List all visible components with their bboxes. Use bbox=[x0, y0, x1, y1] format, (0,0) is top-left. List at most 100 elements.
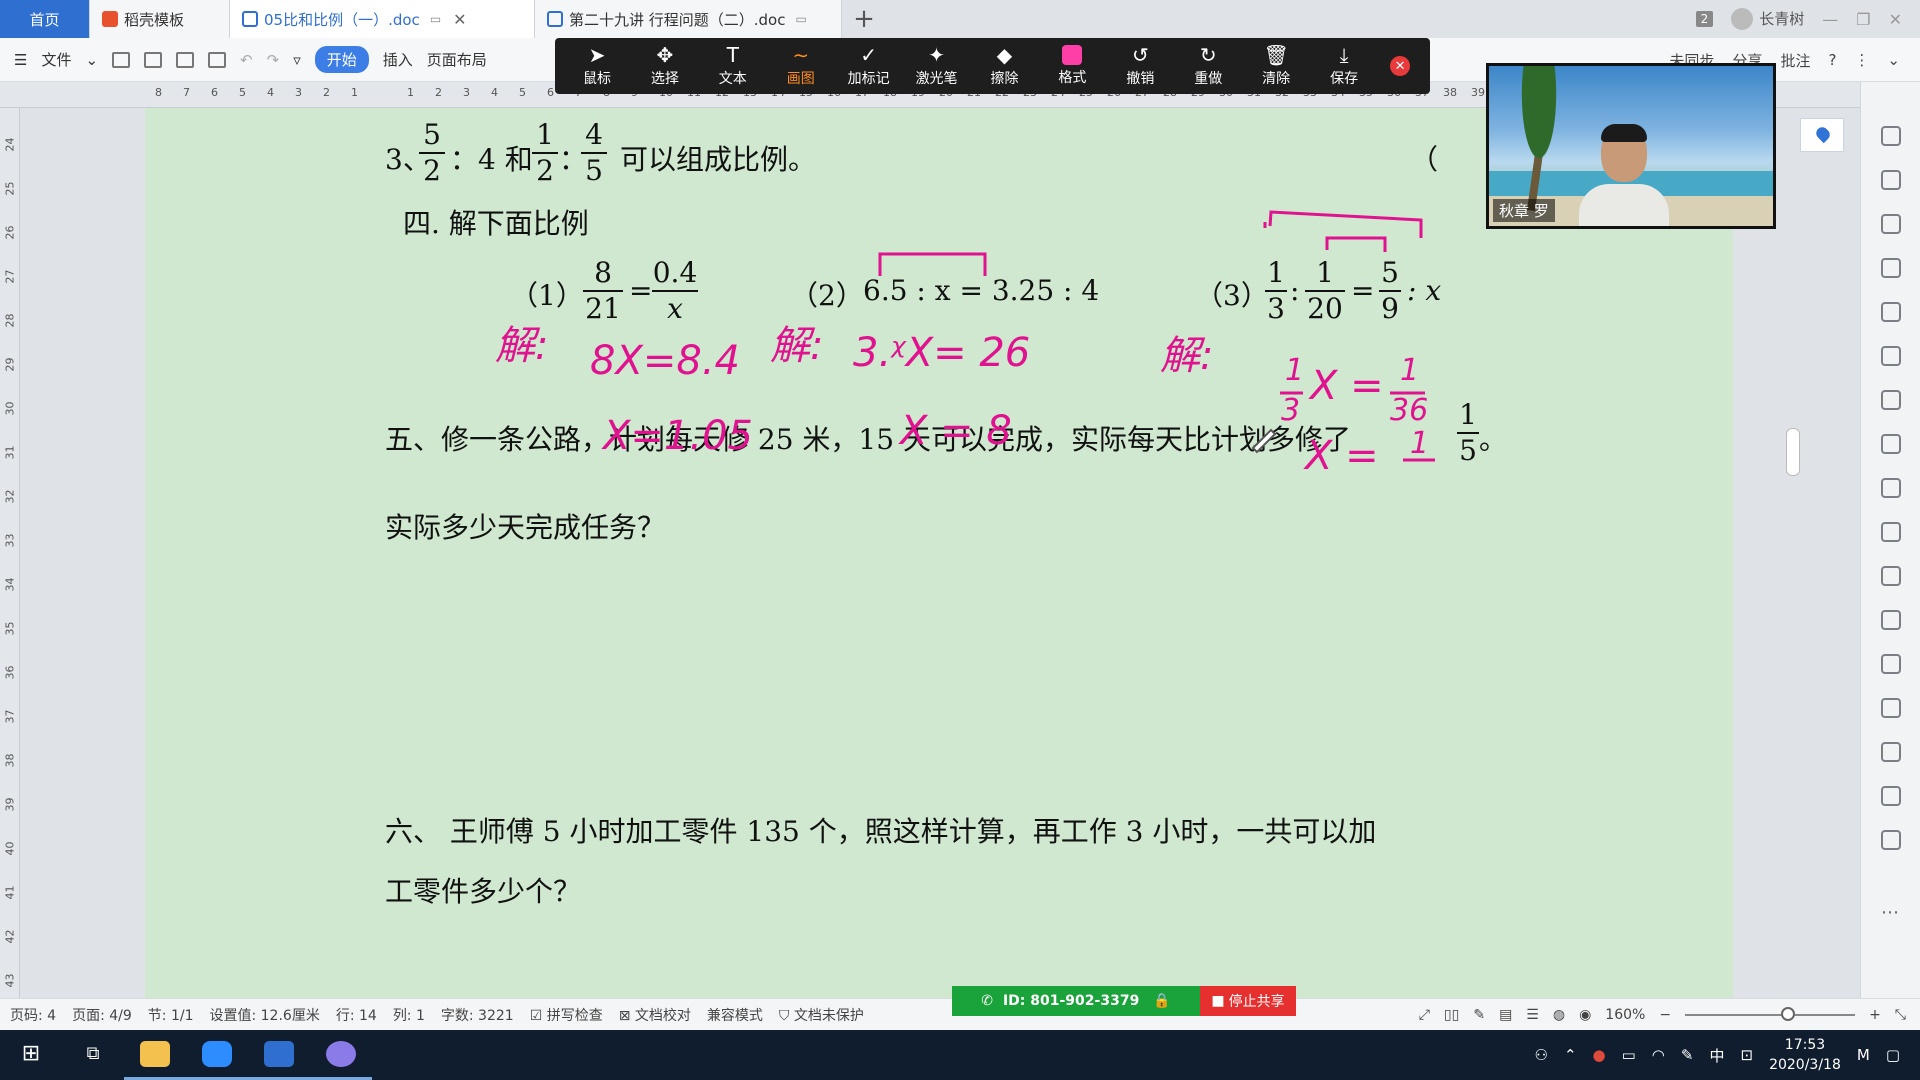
zoom-slider-knob[interactable] bbox=[1781, 1007, 1796, 1021]
pen-tool-color-swatch[interactable]: 格式 bbox=[1050, 45, 1094, 87]
tab-doc-travel[interactable]: 第二十九讲 行程问题（二）.doc ▭ bbox=[535, 0, 842, 38]
tab-insert[interactable]: 插入 bbox=[383, 49, 413, 70]
ime-mode-icon[interactable]: ⊡ bbox=[1740, 1046, 1753, 1064]
edit-view-icon[interactable]: ✎ bbox=[1473, 1007, 1485, 1023]
chevron-down-icon[interactable]: ⌄ bbox=[85, 51, 98, 69]
export-icon[interactable] bbox=[1881, 566, 1901, 586]
document-page[interactable]: 3、 52 ：4 和 12 ： 45 可以组成比例。 （ 四. 解下面比例 （1… bbox=[145, 108, 1733, 998]
protection-status[interactable]: ⛉ 文档未保护 bbox=[779, 1005, 864, 1025]
taskbar-app-4[interactable] bbox=[310, 1030, 372, 1080]
close-toolbar-icon[interactable]: ✕ bbox=[1390, 56, 1411, 76]
customize-icon[interactable]: ▿ bbox=[293, 51, 301, 69]
badge-icon[interactable] bbox=[1881, 742, 1901, 762]
webcam-video-overlay[interactable]: 秋章 罗 bbox=[1486, 63, 1776, 229]
translate-icon[interactable] bbox=[1881, 610, 1901, 630]
pen-tool-trash[interactable]: 🗑 清除 bbox=[1254, 44, 1298, 88]
stop-share-button[interactable]: ■ 停止共享 bbox=[1200, 986, 1296, 1016]
fit-window-icon[interactable]: ⤡ bbox=[1895, 1007, 1906, 1023]
image-icon[interactable] bbox=[1881, 698, 1901, 718]
window-count-badge[interactable]: 2 bbox=[1695, 11, 1714, 27]
pen-tool-check[interactable]: ✓ 加标记 bbox=[847, 44, 891, 88]
pen-tool-move[interactable]: ✥ 选择 bbox=[643, 44, 687, 88]
collapse-ribbon-icon[interactable]: ⌄ bbox=[1887, 51, 1900, 69]
fullscreen-icon[interactable]: ⤢ bbox=[1419, 1007, 1430, 1023]
pen-tool-undo[interactable]: ↺ 撤销 bbox=[1118, 44, 1162, 88]
status-words[interactable]: 字数: 3221 bbox=[441, 1005, 514, 1025]
more-horizontal-icon[interactable]: ⋯ bbox=[1881, 902, 1899, 923]
spell-check-button[interactable]: ☑ 拼写检查 bbox=[530, 1005, 603, 1025]
vertical-scrollbar-thumb[interactable] bbox=[1786, 428, 1800, 476]
pen-tool-laser[interactable]: ✦ 激光笔 bbox=[915, 44, 959, 88]
outline-view-icon[interactable]: ☰ bbox=[1526, 1007, 1539, 1023]
taskbar-wps[interactable] bbox=[248, 1030, 310, 1080]
meeting-id[interactable]: ✆ ID: 801-902-3379 🔒 bbox=[952, 986, 1200, 1016]
menu-icon[interactable]: ☰ bbox=[14, 51, 27, 69]
comment-button[interactable]: 批注 bbox=[1780, 50, 1810, 71]
zoom-level[interactable]: 160% bbox=[1605, 1007, 1645, 1023]
clock[interactable]: 17:53 2020/3/18 bbox=[1769, 1035, 1841, 1075]
wifi-icon[interactable]: ◠ bbox=[1652, 1046, 1665, 1064]
help-circle-icon[interactable] bbox=[1881, 830, 1901, 850]
new-tab-button[interactable]: + bbox=[842, 0, 886, 38]
meet-now-icon[interactable]: M bbox=[1857, 1046, 1870, 1064]
print-icon[interactable] bbox=[176, 51, 195, 68]
zoom-slider[interactable] bbox=[1685, 1007, 1856, 1021]
file-menu[interactable]: 文件 bbox=[41, 49, 71, 70]
close-icon[interactable]: ✕ bbox=[453, 10, 466, 29]
status-page[interactable]: 页面: 4/9 bbox=[72, 1005, 132, 1025]
apps-icon[interactable] bbox=[1881, 390, 1901, 410]
history-icon[interactable] bbox=[1881, 786, 1901, 806]
print-preview-icon[interactable] bbox=[208, 51, 227, 68]
format-icon[interactable] bbox=[1881, 478, 1901, 498]
tray-app-icon[interactable]: ● bbox=[1593, 1046, 1606, 1064]
taskbar-zoom[interactable] bbox=[186, 1030, 248, 1080]
taskbar-file-explorer[interactable] bbox=[124, 1030, 186, 1080]
user-account[interactable]: 长青树 bbox=[1731, 8, 1804, 31]
proofread-button[interactable]: ⊠ 文档校对 bbox=[619, 1005, 691, 1025]
pen-tool-save[interactable]: ⤓ 保存 bbox=[1322, 44, 1366, 88]
pen-tool-draw[interactable]: ∼ 画图 bbox=[779, 44, 823, 88]
pen-tray-icon[interactable]: ✎ bbox=[1681, 1046, 1694, 1064]
tab-daoke-templates[interactable]: 稻壳模板 bbox=[90, 0, 230, 38]
tab-doc-ratio[interactable]: 05比和比例（一）.doc ▭ ✕ bbox=[230, 0, 535, 38]
vertical-ruler[interactable]: 24 25 26 27 28 29 30 31 32 33 34 35 36 37 38 39 40 41 42 43 bbox=[0, 108, 20, 998]
pdf-icon[interactable] bbox=[1881, 522, 1901, 542]
export-icon[interactable] bbox=[144, 51, 163, 68]
stamp-icon[interactable] bbox=[1881, 214, 1901, 234]
tab-start[interactable]: 开始 bbox=[314, 46, 369, 73]
notification-icon[interactable]: ▢ bbox=[1886, 1046, 1900, 1064]
page-view-icon[interactable]: ▤ bbox=[1499, 1007, 1512, 1023]
ime-indicator[interactable]: 中 bbox=[1709, 1045, 1724, 1066]
help-icon[interactable]: ? bbox=[1828, 51, 1836, 69]
book-view-icon[interactable]: ▯▯ bbox=[1444, 1007, 1459, 1023]
restore-icon[interactable]: ❐ bbox=[1856, 10, 1870, 29]
start-button[interactable]: ⊞ bbox=[0, 1030, 62, 1080]
fill-icon[interactable] bbox=[1881, 302, 1901, 322]
web-view-icon[interactable]: ◍ bbox=[1553, 1007, 1565, 1023]
tray-expand-icon[interactable]: ⌃ bbox=[1564, 1046, 1577, 1064]
close-window-icon[interactable]: ✕ bbox=[1889, 10, 1902, 29]
select-cursor-icon[interactable] bbox=[1881, 126, 1901, 146]
archive-icon[interactable] bbox=[1881, 654, 1901, 674]
zoom-in-button[interactable]: + bbox=[1869, 1007, 1881, 1023]
save-icon[interactable] bbox=[112, 51, 131, 68]
tab-home[interactable]: 首页 bbox=[0, 0, 90, 38]
battery-icon[interactable]: ▭ bbox=[1622, 1046, 1636, 1064]
task-view-button[interactable]: ⧉ bbox=[62, 1030, 124, 1080]
minimize-icon[interactable]: — bbox=[1822, 10, 1838, 29]
chart-icon[interactable] bbox=[1881, 434, 1901, 454]
pen-tool-eraser[interactable]: ◆ 擦除 bbox=[982, 44, 1026, 88]
shapes-icon[interactable] bbox=[1881, 258, 1901, 278]
pen-tool-redo[interactable]: ↻ 重做 bbox=[1186, 44, 1230, 88]
tab-page-layout[interactable]: 页面布局 bbox=[427, 49, 487, 70]
eye-protection-icon[interactable]: ◉ bbox=[1579, 1007, 1591, 1023]
undo-icon[interactable]: ↶ bbox=[240, 51, 253, 69]
table-icon[interactable] bbox=[1881, 346, 1901, 366]
pen-icon[interactable] bbox=[1881, 170, 1901, 190]
pen-tool-cursor[interactable]: ➤ 鼠标 bbox=[575, 44, 619, 88]
location-pin-button[interactable] bbox=[1800, 118, 1844, 152]
more-icon[interactable]: ⋮ bbox=[1854, 51, 1869, 69]
zoom-out-button[interactable]: − bbox=[1659, 1007, 1671, 1023]
people-icon[interactable]: ⚇ bbox=[1534, 1046, 1547, 1064]
pen-tool-text[interactable]: T 文本 bbox=[711, 44, 755, 88]
